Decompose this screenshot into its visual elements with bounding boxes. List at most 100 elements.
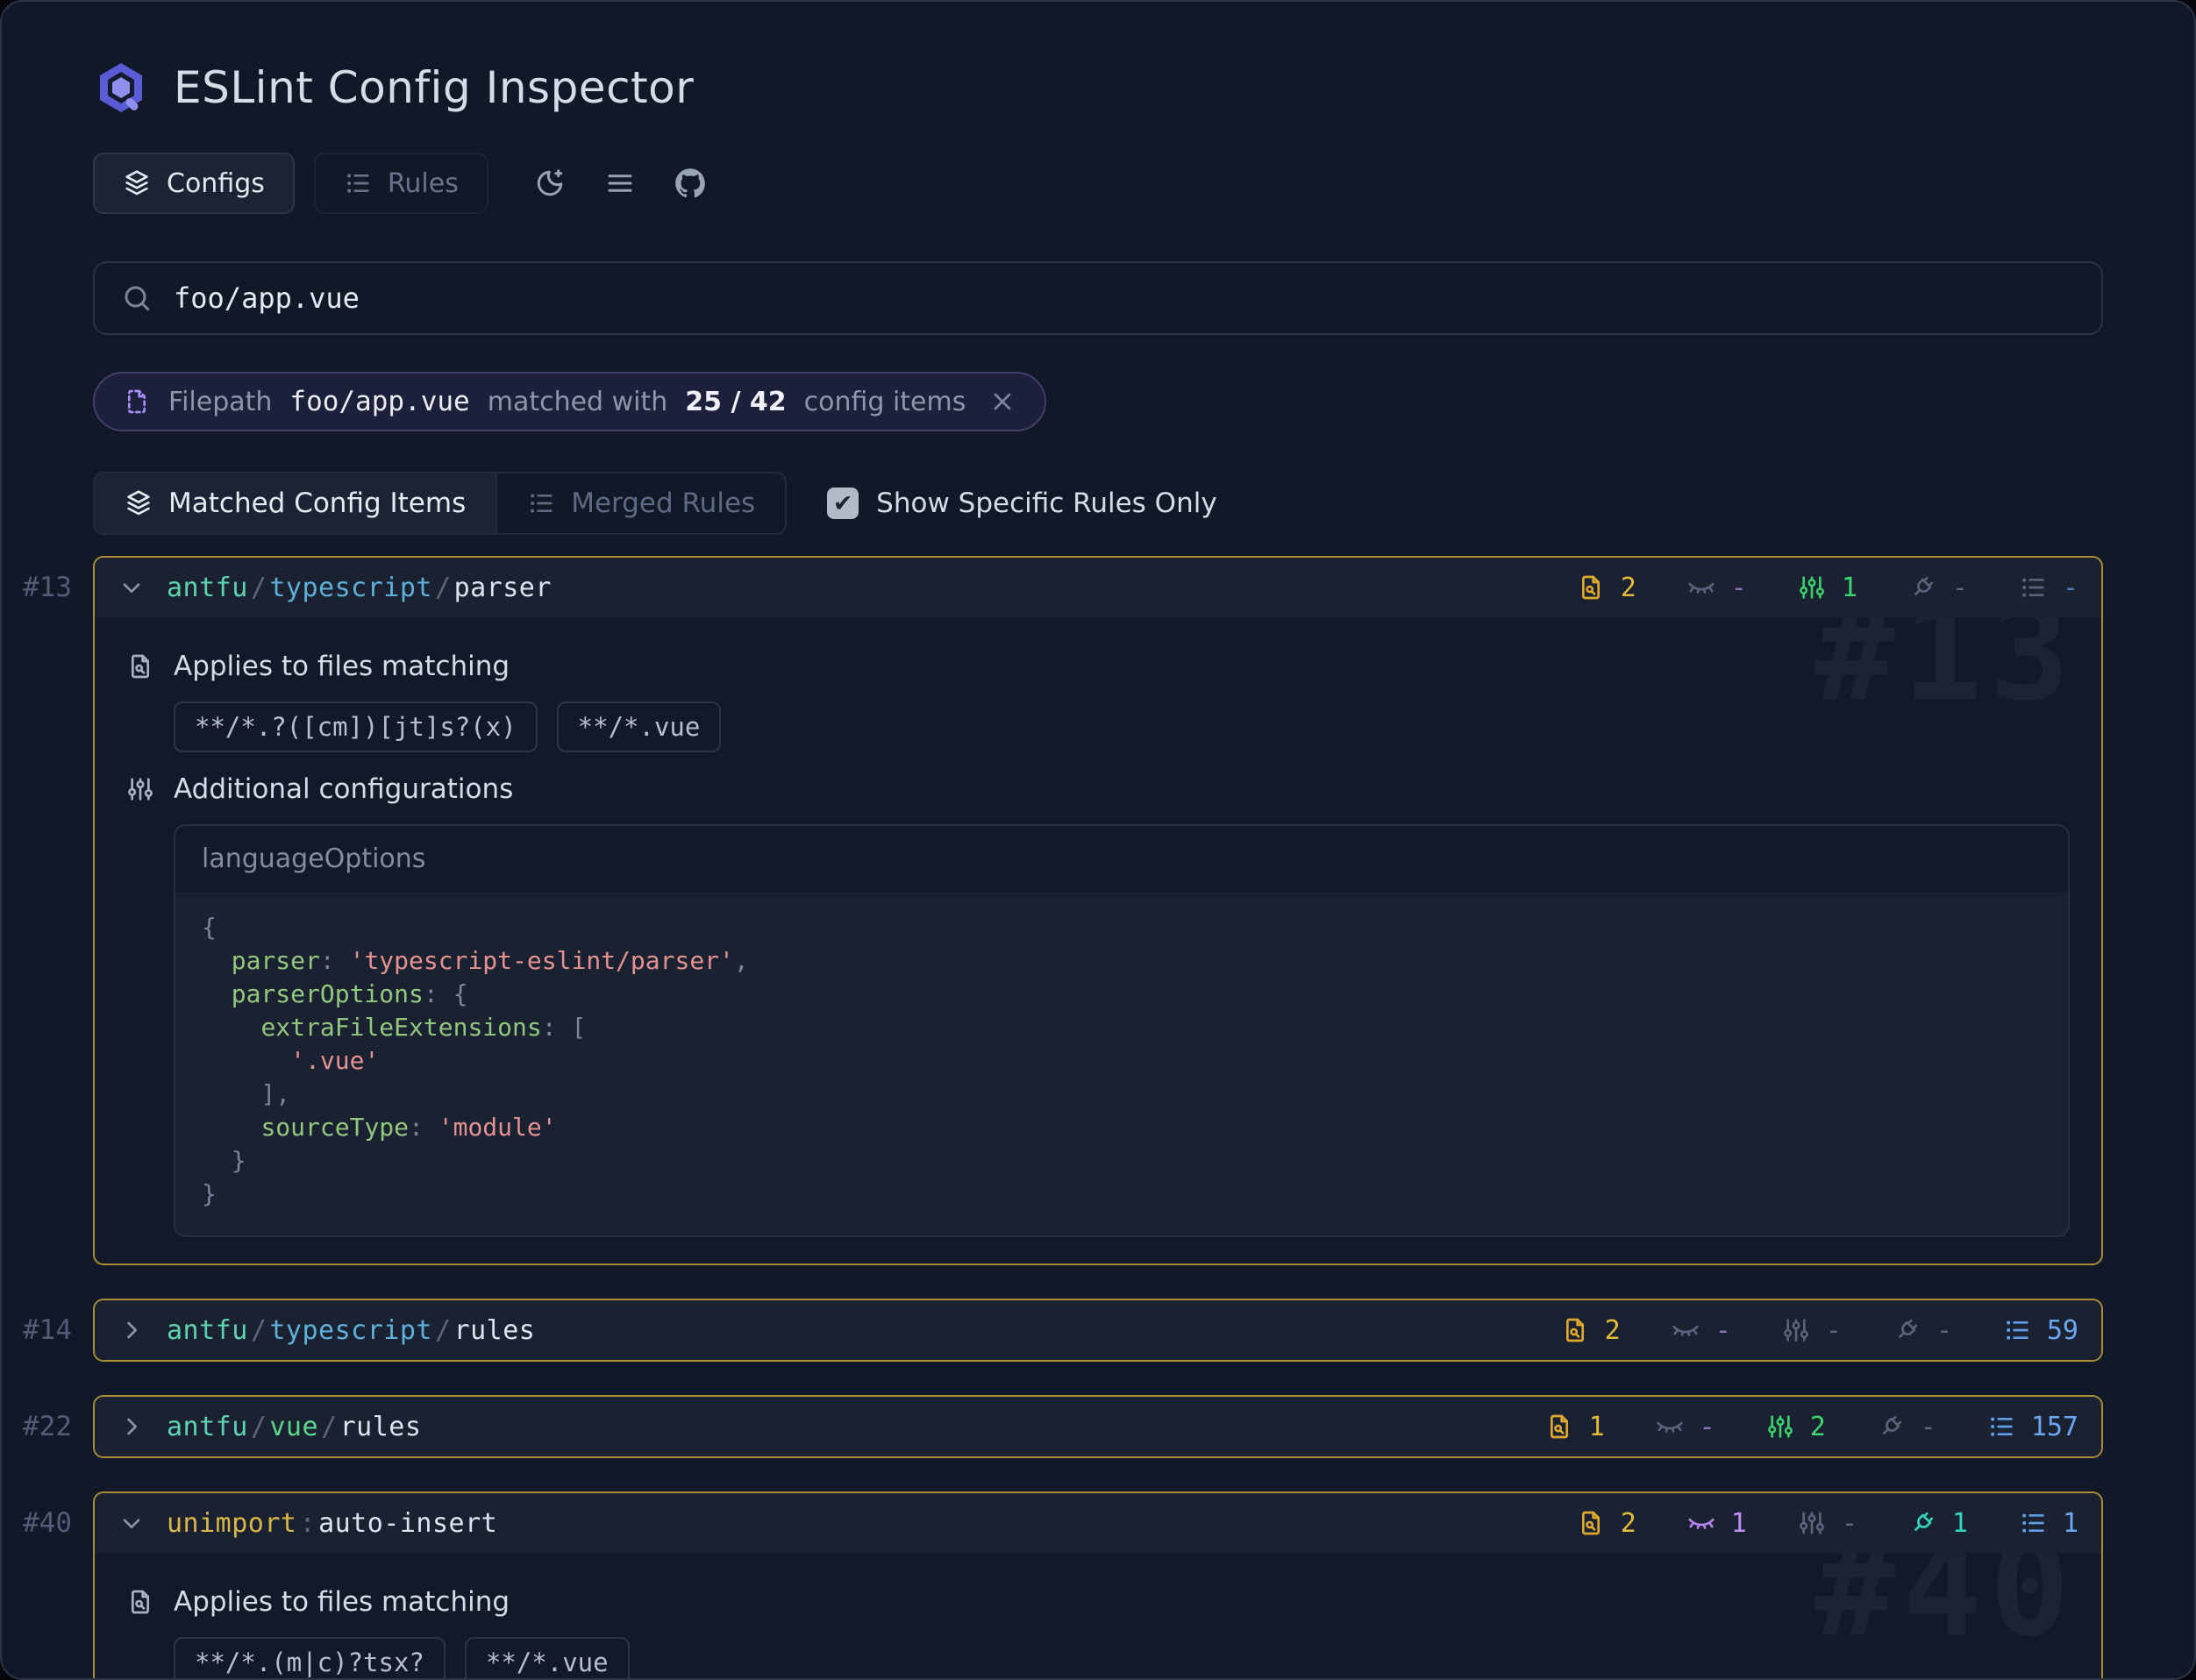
config-name-sep: / — [432, 573, 454, 603]
layers-icon — [123, 169, 151, 197]
layers-icon — [125, 489, 153, 517]
file-search-icon — [126, 1588, 154, 1616]
config-badges: 1 - 2 - 157 — [1494, 1412, 2078, 1442]
options-badge: - — [1798, 1508, 1857, 1539]
glob-chip: **/*.vue — [465, 1637, 630, 1680]
ignores-badge: 1 — [1687, 1508, 1747, 1539]
view-option-label: Matched Config Items — [168, 488, 466, 519]
plug-icon — [1893, 1316, 1921, 1344]
config-name-scope: antfu — [167, 1315, 248, 1346]
tab-label: Configs — [167, 168, 265, 199]
tab-configs[interactable]: Configs — [93, 153, 295, 214]
show-specific-rules-toggle[interactable]: ✔ Show Specific Rules Only — [827, 488, 1217, 519]
code-line: parserOptions: { — [202, 978, 2042, 1011]
view-matched-config-items[interactable]: Matched Config Items — [95, 473, 496, 533]
rules-badge: 157 — [1987, 1412, 2078, 1442]
sliders-icon — [126, 775, 154, 803]
dark-mode-toggle[interactable] — [534, 167, 566, 199]
config-index: #14 — [23, 1314, 72, 1346]
plug-icon — [1908, 573, 1936, 602]
chevron-down-icon[interactable] — [118, 573, 146, 602]
config-name-leaf: rules — [340, 1412, 422, 1442]
list-icon — [2003, 1316, 2031, 1344]
app-header: ESLint Config Inspector — [93, 2, 2103, 116]
config-name-sep: / — [432, 1315, 454, 1346]
tab-rules[interactable]: Rules — [314, 153, 488, 214]
sliders-icon — [1782, 1316, 1810, 1344]
config-badges: 2 - - - 59 — [1510, 1315, 2078, 1346]
config-header[interactable]: antfu / typescript / rules 2 - - - 59 — [95, 1300, 2101, 1360]
view-merged-rules[interactable]: Merged Rules — [496, 473, 785, 533]
config-name-leaf: rules — [454, 1315, 536, 1346]
config-badges: 2 1 - 1 1 — [1526, 1508, 2078, 1539]
plugins-badge: - — [1877, 1412, 1936, 1442]
chevron-right-icon[interactable] — [118, 1413, 146, 1441]
config-item-40: #40 #40 unimport : auto-insert 2 1 - 1 — [93, 1491, 2103, 1680]
panel-title: languageOptions — [175, 826, 2068, 892]
filter-middle-text: matched with — [488, 387, 668, 417]
files-matching-label: Applies to files matching — [126, 1586, 2070, 1618]
chevron-right-icon[interactable] — [118, 1316, 146, 1344]
plugins-badge: - — [1893, 1315, 1952, 1346]
glob-chip: **/*.?([cm])[jt]s?(x) — [174, 701, 538, 752]
files-badge: 2 — [1577, 1508, 1636, 1539]
config-badges: 2 - 1 - - — [1526, 573, 2078, 603]
eye-closed-icon — [1656, 1413, 1684, 1441]
eye-closed-icon — [1687, 1509, 1715, 1537]
specific-rules-checkbox[interactable]: ✔ — [827, 488, 859, 519]
sliders-icon — [1798, 573, 1826, 602]
menu-button[interactable] — [604, 167, 636, 199]
plugins-badge: 1 — [1908, 1508, 1968, 1539]
view-option-label: Merged Rules — [571, 488, 755, 519]
config-name-leaf: parser — [454, 573, 552, 603]
search-input[interactable] — [172, 281, 2075, 316]
config-item-14: #14 antfu / typescript / rules 2 - - — [93, 1299, 2103, 1362]
glob-chip: **/*.(m|c)?tsx? — [174, 1637, 446, 1680]
config-name-sep: / — [318, 1412, 340, 1442]
additional-configurations-label: Additional configurations — [126, 773, 2070, 805]
config-name: antfu / typescript / parser — [167, 573, 552, 603]
code-line: } — [202, 1144, 2042, 1178]
config-header[interactable]: antfu / typescript / parser 2 - 1 - - — [95, 558, 2101, 617]
rules-badge: - — [2019, 573, 2078, 603]
file-search-icon — [1561, 1316, 1589, 1344]
clear-filter-button[interactable] — [988, 388, 1016, 416]
config-item-22: #22 antfu / vue / rules 1 - 2 - — [93, 1395, 2103, 1458]
config-header[interactable]: antfu / vue / rules 1 - 2 - 157 — [95, 1397, 2101, 1456]
options-badge: 1 — [1798, 573, 1857, 603]
code-line: { — [202, 911, 2042, 944]
code-line: sourceType: 'module' — [202, 1111, 2042, 1144]
ignores-badge: - — [1687, 573, 1747, 603]
sliders-icon — [1766, 1413, 1794, 1441]
rules-badge: 59 — [2003, 1315, 2078, 1346]
view-mode-switcher: Matched Config Items Merged Rules — [93, 472, 787, 535]
config-index: #13 — [23, 572, 72, 603]
chevron-down-icon[interactable] — [118, 1509, 146, 1537]
file-search-icon — [126, 652, 154, 680]
config-name: unimport : auto-insert — [167, 1508, 497, 1539]
options-badge: - — [1782, 1315, 1842, 1346]
github-icon — [674, 167, 706, 199]
tab-label: Rules — [388, 168, 459, 199]
file-dashed-icon — [123, 388, 151, 416]
moon-stars-icon — [534, 167, 566, 199]
config-name-leaf: auto-insert — [318, 1508, 497, 1539]
eye-closed-icon — [1672, 1316, 1700, 1344]
app-window: ESLint Config Inspector Configs Rules — [0, 0, 2196, 1680]
config-card: #40 unimport : auto-insert 2 1 - 1 1 — [93, 1491, 2103, 1680]
options-badge: 2 — [1766, 1412, 1826, 1442]
language-options-panel: languageOptions { parser: 'typescript-es… — [174, 824, 2070, 1237]
plug-icon — [1908, 1509, 1936, 1537]
github-link[interactable] — [674, 167, 706, 199]
config-header[interactable]: unimport : auto-insert 2 1 - 1 1 — [95, 1493, 2101, 1553]
files-matching-label: Applies to files matching — [126, 651, 2070, 682]
eye-closed-icon — [1687, 573, 1715, 602]
filter-label: Filepath — [168, 387, 272, 417]
config-name: antfu / vue / rules — [167, 1412, 421, 1442]
config-name-scope: unimport — [167, 1508, 297, 1539]
config-name-sep: / — [248, 1412, 270, 1442]
file-search-icon — [1545, 1413, 1573, 1441]
list-icon — [2019, 1509, 2047, 1537]
files-badge: 2 — [1577, 573, 1636, 603]
files-badge: 1 — [1545, 1412, 1605, 1442]
